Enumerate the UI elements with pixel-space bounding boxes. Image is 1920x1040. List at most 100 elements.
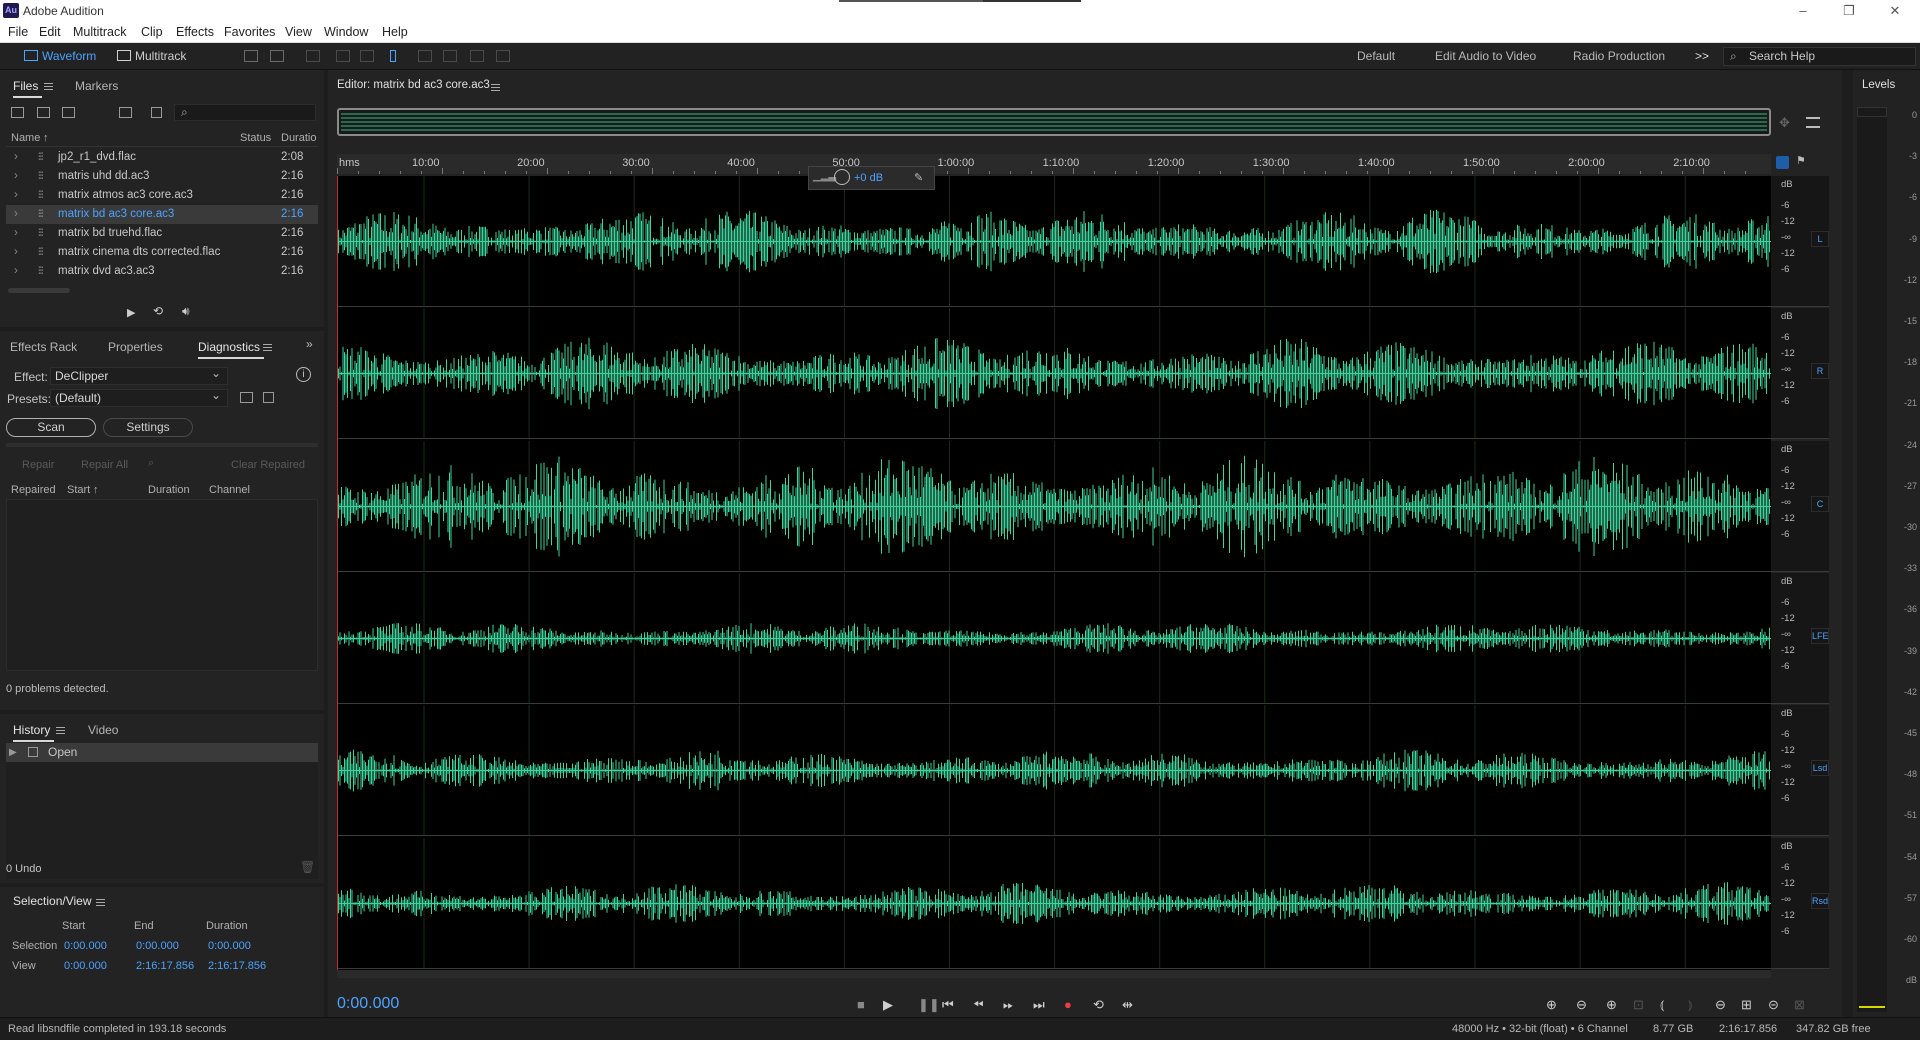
playhead-snap-icon[interactable] [1776,156,1789,169]
db-scale-r[interactable]: dB -6 -12 -∞ -12 -6 R [1771,308,1829,440]
expand-icon[interactable]: › [14,262,18,281]
razor-tool-icon[interactable] [336,50,350,62]
view-duration[interactable]: 2:16:17.856 [208,960,266,972]
current-time-display[interactable]: 0:00.000 [337,995,399,1013]
marquee-tool-icon[interactable] [418,50,432,62]
file-row-selected[interactable]: › ⫶⫶⫶ matrix bd ac3 core.ac3 2:16 [6,205,318,224]
hud-gain-control[interactable]: ▁▂▃ +0 dB ✎ [808,166,935,190]
selection-view-menu-icon[interactable] [96,899,105,906]
skip-selection-button[interactable]: ⇹ [1122,997,1133,1013]
record-button[interactable]: ● [1064,997,1072,1012]
db-scale-lfe[interactable]: dB -6 -12 -∞ -12 -6 LFE [1771,572,1829,704]
channel-layout-icon[interactable] [1806,117,1820,128]
go-to-end-button[interactable]: ⏭︎ [1033,997,1045,1013]
waveform-display[interactable] [337,176,1771,970]
import-file-icon[interactable] [37,107,50,118]
history-menu-icon[interactable] [56,727,65,734]
col-status[interactable]: Status [240,132,271,144]
menu-edit[interactable]: Edit [39,25,61,39]
time-selection-tool-icon[interactable] [390,50,396,62]
zoom-in-amplitude-icon[interactable]: ⊕ [1546,997,1557,1013]
menu-help[interactable]: Help [382,25,408,39]
tab-markers[interactable]: Markers [75,79,118,93]
workspace-default[interactable]: Default [1357,49,1395,63]
spectral-frequency-icon[interactable] [244,50,258,62]
problems-list[interactable] [6,499,318,671]
col-start[interactable]: Start [67,484,90,496]
menu-effects[interactable]: Effects [176,25,214,39]
loop-playback-button[interactable]: ⟲ [1093,997,1104,1013]
spot-healing-icon[interactable] [496,50,510,62]
db-scale-lsd[interactable]: dB -6 -12 -∞ -12 -6 Lsd [1771,705,1829,837]
gain-knob-icon[interactable] [834,169,850,185]
go-to-start-button[interactable]: ⏮︎ [942,997,954,1013]
file-row[interactable]: › ⫶⫶⫶ jp2_r1_dvd.flac 2:08 [6,148,318,167]
tab-history[interactable]: History [13,723,55,742]
zoom-out-amplitude-icon[interactable]: ⊖ [1576,997,1587,1013]
close-file-icon[interactable] [151,107,162,118]
info-icon[interactable]: i [296,367,311,382]
expand-icon[interactable]: › [14,167,18,186]
db-scale-c[interactable]: dB -6 -12 -∞ -12 -6 C [1771,440,1829,572]
waveform-mode-button[interactable]: Waveform [20,46,104,66]
loop-preview-icon[interactable]: ⟲ [153,304,163,318]
expand-icon[interactable]: › [14,148,18,167]
selection-end[interactable]: 0:00.000 [136,940,179,952]
expand-icon[interactable]: › [14,243,18,262]
new-file-icon[interactable] [62,107,75,118]
files-search-input[interactable]: ⌕ [174,104,316,121]
files-panel-menu-icon[interactable] [44,83,53,90]
play-button[interactable]: ▶ [883,997,893,1013]
spectral-pitch-icon[interactable] [270,50,284,62]
zoom-fit-icon[interactable]: ⊞ [1741,997,1752,1013]
channel-waveform-c[interactable] [337,440,1771,572]
zoom-in-left-icon[interactable]: ⦅ [1660,997,1664,1013]
play-preview-icon[interactable]: ▶ [127,306,135,319]
view-end[interactable]: 2:16:17.856 [136,960,194,972]
channel-label-r[interactable]: R [1811,363,1829,380]
search-help-input[interactable]: ⌕ Search Help [1723,47,1916,66]
channel-label-lfe[interactable]: LFE [1811,627,1829,644]
selection-duration[interactable]: 0:00.000 [208,940,251,952]
brush-tool-icon[interactable] [470,50,484,62]
workspace-overflow-button[interactable]: >> [1695,49,1709,63]
splitter[interactable] [6,443,318,447]
panel-overflow-icon[interactable]: » [306,337,313,351]
lasso-tool-icon[interactable] [443,50,457,62]
fast-forward-button[interactable]: ⏩︎ [1003,997,1013,1013]
db-scale-rsd[interactable]: dB -6 -12 -∞ -12 -6 Rsd [1771,837,1829,969]
peak-indicator[interactable] [1857,107,1887,117]
zoom-icon[interactable]: ⌕ [148,457,154,470]
zoom-to-selection-icon[interactable]: ⊡ [1633,997,1644,1013]
col-channel[interactable]: Channel [209,484,250,496]
presets-select[interactable]: (Default) [50,387,228,407]
channel-waveform-l[interactable] [337,176,1771,307]
tab-files[interactable]: Files [13,79,43,98]
tab-diagnostics[interactable]: Diagnostics [198,340,265,359]
zoom-in-right-icon[interactable]: ⦆ [1688,997,1692,1013]
repair-button[interactable]: Repair [22,459,54,471]
file-row[interactable]: › ⫶⫶⫶ matrix dvd ac3.ac3 2:16 [6,262,318,281]
col-duration[interactable]: Duration [148,484,190,496]
menu-view[interactable]: View [285,25,312,39]
zoom-in-vertical-icon[interactable]: ✥ [1779,115,1790,131]
file-row[interactable]: › ⫶⫶⫶ matrix atmos ac3 core.ac3 2:16 [6,186,318,205]
channel-label-rsd[interactable]: Rsd [1811,892,1829,909]
diagnostics-menu-icon[interactable] [263,344,272,351]
channel-label-lsd[interactable]: Lsd [1811,760,1829,777]
file-row[interactable]: › ⫶⫶⫶ matrix bd truehd.flac 2:16 [6,224,318,243]
channel-label-c[interactable]: C [1811,495,1829,512]
time-ruler[interactable]: hms 10:00 20:00 30:00 40:00 50:00 1:00:00 1:10… [337,154,1771,174]
settings-button[interactable]: Settings [103,418,193,437]
col-repaired[interactable]: Repaired [11,484,56,496]
history-item[interactable]: ▶ Open [6,743,318,762]
expand-icon[interactable]: › [14,205,18,224]
delete-preset-icon[interactable] [263,392,274,403]
marker-icon[interactable]: ⚑ [1796,154,1806,167]
zoom-in-time-icon[interactable]: ⊕ [1606,997,1617,1013]
menu-file[interactable]: File [8,25,28,39]
overview-navigator[interactable] [337,108,1771,136]
tab-video[interactable]: Video [88,723,118,737]
view-start[interactable]: 0:00.000 [64,960,107,972]
menu-window[interactable]: Window [324,25,368,39]
